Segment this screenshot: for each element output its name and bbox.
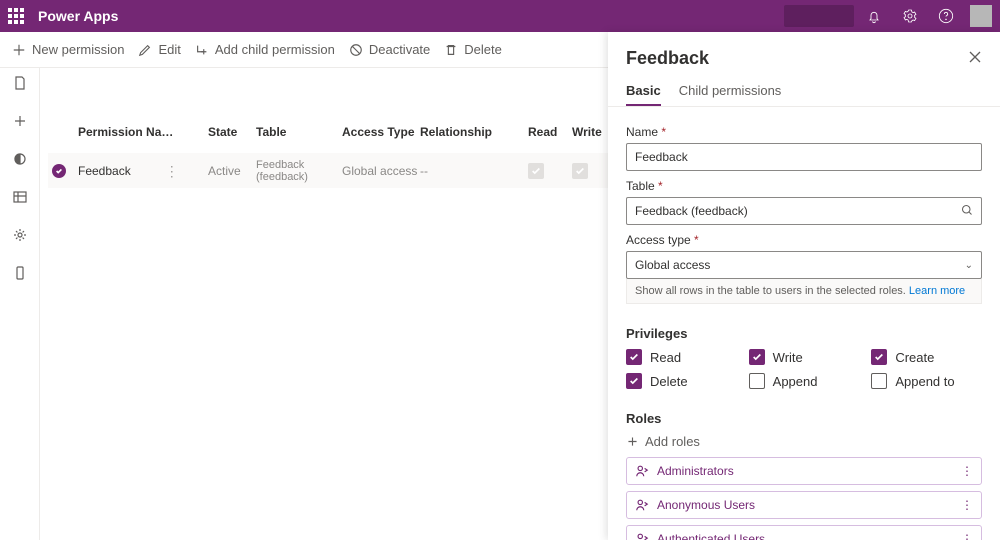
name-input[interactable]	[626, 143, 982, 171]
role-menu-icon[interactable]: ⋮	[961, 498, 973, 512]
theme-icon[interactable]	[11, 150, 29, 168]
priv-write[interactable]: Write	[749, 349, 860, 365]
name-label: Name *	[626, 125, 982, 139]
checkbox-unchecked-icon	[749, 373, 765, 389]
edit-panel: Feedback Basic Child permissions Name * …	[608, 32, 1000, 540]
help-icon[interactable]	[930, 0, 962, 32]
checkbox-checked-icon	[749, 349, 765, 365]
learn-more-link[interactable]: Learn more	[909, 285, 965, 297]
access-label: Access type *	[626, 233, 982, 247]
environment-pill[interactable]	[784, 5, 854, 27]
role-menu-icon[interactable]: ⋮	[961, 532, 973, 540]
checkbox-checked-icon	[626, 373, 642, 389]
panel-body: Name * Table * Feedback (feedback) Acces…	[608, 107, 1000, 540]
checkbox-checked-icon	[871, 349, 887, 365]
priv-append[interactable]: Append	[749, 373, 860, 389]
col-state[interactable]: State	[208, 125, 256, 139]
priv-read[interactable]: Read	[626, 349, 737, 365]
chevron-down-icon: ⌄	[965, 260, 973, 271]
header-left: Power Apps	[6, 6, 118, 26]
role-chip[interactable]: Administrators ⋮	[626, 457, 982, 485]
panel-header: Feedback	[608, 32, 1000, 77]
role-name: Authenticated Users	[657, 532, 765, 540]
tab-basic[interactable]: Basic	[626, 77, 661, 106]
checkbox-checked-icon	[626, 349, 642, 365]
row-state: Active	[208, 164, 256, 178]
tab-child[interactable]: Child permissions	[679, 77, 782, 106]
col-read[interactable]: Read	[528, 125, 572, 139]
left-rail	[0, 68, 40, 540]
row-menu-icon[interactable]: ⋮	[165, 164, 179, 178]
row-name: Feedback	[78, 164, 131, 178]
delete-button[interactable]: Delete	[444, 42, 502, 57]
edit-button[interactable]: Edit	[138, 42, 180, 57]
role-chip[interactable]: Authenticated Users ⋮	[626, 525, 982, 540]
privileges-grid: Read Write Create Delete Append Append t…	[626, 349, 982, 389]
add-icon[interactable]	[11, 112, 29, 130]
col-table[interactable]: Table	[256, 125, 342, 139]
rail-settings-icon[interactable]	[11, 226, 29, 244]
table-select[interactable]: Feedback (feedback)	[626, 197, 982, 225]
deactivate-button[interactable]: Deactivate	[349, 42, 430, 57]
label: Add child permission	[215, 42, 335, 57]
role-chip[interactable]: Anonymous Users ⋮	[626, 491, 982, 519]
role-menu-icon[interactable]: ⋮	[961, 464, 973, 478]
add-roles-button[interactable]: Add roles	[626, 434, 982, 449]
header-right	[784, 0, 992, 32]
access-help: Show all rows in the table to users in t…	[626, 279, 982, 304]
app-title: Power Apps	[38, 8, 118, 24]
new-permission-button[interactable]: New permission	[12, 42, 124, 57]
mobile-icon[interactable]	[11, 264, 29, 282]
row-read-check-icon	[528, 163, 544, 179]
row-access: Global access	[342, 164, 420, 178]
col-access[interactable]: Access Type	[342, 125, 420, 139]
privileges-heading: Privileges	[626, 326, 982, 341]
waffle-icon[interactable]	[6, 6, 26, 26]
panel-tabs: Basic Child permissions	[608, 77, 1000, 107]
label: Deactivate	[369, 42, 430, 57]
row-table: Feedback (feedback)	[256, 159, 342, 183]
role-name: Anonymous Users	[657, 498, 755, 512]
settings-icon[interactable]	[894, 0, 926, 32]
role-name: Administrators	[657, 464, 734, 478]
data-icon[interactable]	[11, 188, 29, 206]
add-child-button[interactable]: Add child permission	[195, 42, 335, 57]
row-write-check-icon	[572, 163, 588, 179]
table-label: Table *	[626, 179, 982, 193]
notification-icon[interactable]	[858, 0, 890, 32]
label: Delete	[464, 42, 502, 57]
priv-create[interactable]: Create	[871, 349, 982, 365]
roles-heading: Roles	[626, 411, 982, 426]
user-avatar[interactable]	[970, 5, 992, 27]
row-rel: --	[420, 164, 528, 178]
priv-appendto[interactable]: Append to	[871, 373, 982, 389]
checkbox-unchecked-icon	[871, 373, 887, 389]
label: New permission	[32, 42, 124, 57]
panel-title: Feedback	[626, 48, 709, 69]
row-selected-icon	[52, 164, 66, 178]
page-icon[interactable]	[11, 74, 29, 92]
search-icon	[961, 204, 973, 219]
close-icon[interactable]	[968, 50, 982, 67]
access-select[interactable]: Global access ⌄	[626, 251, 982, 279]
app-header: Power Apps	[0, 0, 1000, 32]
label: Edit	[158, 42, 180, 57]
col-rel[interactable]: Relationship	[420, 125, 528, 139]
col-name[interactable]: Permission Na…	[78, 125, 208, 139]
priv-delete[interactable]: Delete	[626, 373, 737, 389]
